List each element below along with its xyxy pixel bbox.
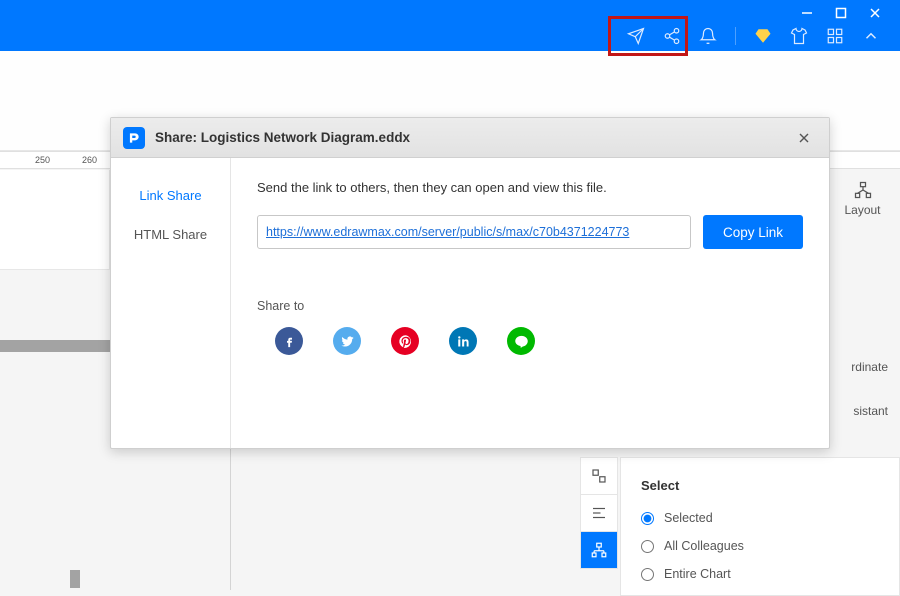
titlebar — [0, 0, 900, 51]
copy-link-button[interactable]: Copy Link — [703, 215, 803, 249]
assistant-label: sistant — [825, 404, 900, 418]
tab-html-share[interactable]: HTML Share — [111, 215, 230, 254]
scrollbar[interactable] — [0, 340, 110, 352]
facebook-icon[interactable] — [275, 327, 303, 355]
radio-label: Selected — [664, 511, 713, 525]
side-tool-1[interactable] — [580, 457, 618, 495]
window-controls — [800, 0, 900, 20]
tab-link-share[interactable]: Link Share — [111, 176, 230, 215]
grid-icon[interactable] — [826, 27, 844, 45]
radio-label: Entire Chart — [664, 567, 731, 581]
header-icons — [627, 27, 880, 45]
dialog-main: Send the link to others, then they can o… — [231, 158, 829, 448]
ruler-mark: 260 — [82, 155, 97, 165]
close-icon[interactable] — [791, 125, 817, 151]
share-dialog: Share: Logistics Network Diagram.eddx Li… — [110, 117, 830, 449]
coordinate-label: rdinate — [825, 360, 900, 374]
ruler-mark: 250 — [35, 155, 50, 165]
radio-input[interactable] — [641, 568, 654, 581]
side-tool-2[interactable] — [580, 494, 618, 532]
dialog-sidebar: Link Share HTML Share — [111, 158, 231, 448]
pinterest-icon[interactable] — [391, 327, 419, 355]
radio-all-colleagues[interactable]: All Colleagues — [641, 539, 881, 553]
minimize-button[interactable] — [800, 6, 814, 20]
linkedin-icon[interactable] — [449, 327, 477, 355]
side-tool-org[interactable] — [580, 531, 618, 569]
share-url-input[interactable] — [257, 215, 691, 249]
radio-selected[interactable]: Selected — [641, 511, 881, 525]
radio-input[interactable] — [641, 512, 654, 525]
radio-label: All Colleagues — [664, 539, 744, 553]
social-row — [257, 327, 803, 355]
radio-entire-chart[interactable]: Entire Chart — [641, 567, 881, 581]
layout-label: Layout — [844, 203, 880, 217]
twitter-icon[interactable] — [333, 327, 361, 355]
select-panel-title: Select — [641, 478, 881, 493]
send-icon[interactable] — [627, 27, 645, 45]
link-row: Copy Link — [257, 215, 803, 249]
shirt-icon[interactable] — [790, 27, 808, 45]
diamond-icon[interactable] — [754, 27, 772, 45]
select-panel: Select Selected All Colleagues Entire Ch… — [620, 457, 900, 596]
close-button[interactable] — [868, 6, 882, 20]
right-toolbar: Layout — [825, 170, 900, 227]
right-truncated-labels: rdinate sistant — [825, 330, 900, 448]
side-toolbar — [580, 457, 618, 568]
line-icon[interactable] — [507, 327, 535, 355]
share-icon[interactable] — [663, 27, 681, 45]
left-panel — [0, 170, 110, 270]
share-to-label: Share to — [257, 299, 803, 313]
layout-button[interactable]: Layout — [825, 180, 900, 217]
dialog-body: Link Share HTML Share Send the link to o… — [111, 158, 829, 448]
maximize-button[interactable] — [834, 6, 848, 20]
radio-input[interactable] — [641, 540, 654, 553]
app-icon — [123, 127, 145, 149]
chevron-up-icon[interactable] — [862, 27, 880, 45]
bell-icon[interactable] — [699, 27, 717, 45]
dialog-header: Share: Logistics Network Diagram.eddx — [111, 118, 829, 158]
dialog-description: Send the link to others, then they can o… — [257, 180, 803, 195]
scrollbar-handle[interactable] — [70, 570, 80, 588]
divider — [735, 27, 736, 45]
dialog-title: Share: Logistics Network Diagram.eddx — [155, 130, 410, 145]
